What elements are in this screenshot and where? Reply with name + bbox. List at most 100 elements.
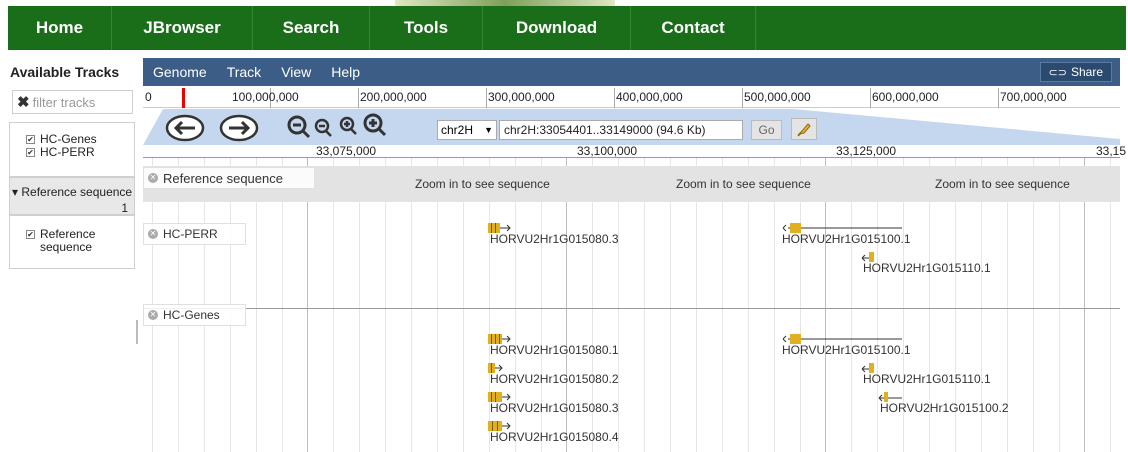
- zoom-in-large-icon[interactable]: [362, 112, 388, 140]
- zoom-out-large-icon[interactable]: [286, 114, 312, 142]
- scale-ruler: 33,075,000 33,100,000 33,125,000 33,15: [143, 144, 1126, 158]
- menu-track[interactable]: Track: [227, 64, 261, 80]
- close-track-icon[interactable]: ✕: [148, 173, 158, 183]
- overview-tick-line: [614, 88, 615, 108]
- grid-line: [282, 158, 283, 452]
- overview-tick: 500,000,000: [744, 90, 811, 104]
- overview-tick-line: [358, 88, 359, 108]
- grid-line: [385, 158, 386, 452]
- feature-label: HORVU2Hr1G015080.3: [490, 401, 619, 415]
- grid-line: [256, 158, 257, 452]
- grid-line: [825, 158, 826, 452]
- feature-label: HORVU2Hr1G015110.1: [863, 372, 991, 386]
- track-label-text: Reference sequence: [163, 170, 283, 186]
- top-navigation: Home JBrowser Search Tools Download Cont…: [8, 6, 1126, 50]
- nav-tools[interactable]: Tools: [370, 6, 483, 50]
- grid-line: [877, 158, 878, 452]
- sidebar-resize-handle[interactable]: [136, 320, 138, 344]
- chromosome-select[interactable]: chr2H ▼: [437, 120, 497, 140]
- grid-line: [774, 158, 775, 452]
- checkbox-hc-genes[interactable]: ✔: [26, 134, 35, 144]
- nav-jbrowser[interactable]: JBrowser: [112, 6, 253, 50]
- clear-filter-icon[interactable]: ✖: [17, 93, 30, 111]
- track-label-text: HC-Genes: [163, 308, 220, 322]
- grid-line: [307, 158, 308, 452]
- overview-tick-line: [870, 88, 871, 108]
- zoom-message: Zoom in to see sequence: [415, 177, 550, 191]
- grid-line: [1033, 158, 1034, 452]
- link-icon: ⊂⊃: [1048, 66, 1067, 79]
- grid-line: [696, 158, 697, 452]
- close-track-icon[interactable]: ✕: [148, 229, 158, 239]
- reference-track-label[interactable]: ✕ Reference sequence: [143, 167, 315, 189]
- grid-line: [644, 158, 645, 452]
- zoom-out-small-icon[interactable]: [313, 117, 335, 141]
- grid-line: [411, 158, 412, 452]
- highlight-button[interactable]: [791, 118, 817, 140]
- overview-tick: 100,000,000: [232, 90, 299, 104]
- chromosome-value: chr2H: [441, 123, 474, 137]
- scale-tick: 33,100,000: [577, 144, 638, 158]
- feature-label: HORVU2Hr1G015100.2: [880, 401, 1009, 415]
- current-location-marker[interactable]: [182, 88, 185, 108]
- filter-placeholder: filter tracks: [32, 94, 96, 110]
- nav-download[interactable]: Download: [483, 6, 631, 50]
- grid-line: [670, 158, 671, 452]
- genome-overview-ruler[interactable]: 0 100,000,000 200,000,000 300,000,000 40…: [143, 88, 1120, 108]
- nav-home[interactable]: Home: [8, 6, 112, 50]
- track-display-area[interactable]: Zoom in to see sequence Zoom in to see s…: [143, 158, 1120, 452]
- track-item-reference-sequence[interactable]: ✔ Reference sequence: [26, 228, 134, 254]
- highlighter-icon: [797, 123, 811, 137]
- grid-line: [1084, 158, 1085, 452]
- track-list-group: ✔ HC-Genes ✔ HC-PERR: [9, 122, 135, 177]
- zoom-message: Zoom in to see sequence: [676, 177, 811, 191]
- overview-tick: 600,000,000: [872, 90, 939, 104]
- zoom-message: Zoom in to see sequence: [935, 177, 1070, 191]
- track-item-hc-perr[interactable]: ✔ HC-PERR: [26, 145, 134, 159]
- go-button[interactable]: Go: [751, 120, 782, 140]
- nav-contact[interactable]: Contact: [631, 6, 756, 50]
- share-button[interactable]: ⊂⊃ Share: [1039, 62, 1112, 82]
- reference-track-group: ✔ Reference sequence: [9, 215, 135, 269]
- filter-tracks-input[interactable]: ✖ filter tracks: [12, 90, 133, 114]
- hc-perr-track-label[interactable]: ✕ HC-PERR: [143, 223, 246, 245]
- grid-line: [851, 158, 852, 452]
- menu-help[interactable]: Help: [331, 64, 360, 80]
- feature-label: HORVU2Hr1G015100.1: [782, 343, 911, 357]
- location-input[interactable]: chr2H:33054401..33149000 (94.6 Kb): [499, 120, 743, 140]
- overview-tick: 0: [145, 90, 152, 104]
- hc-genes-track-label[interactable]: ✕ HC-Genes: [143, 304, 246, 326]
- track-item-hc-genes[interactable]: ✔ HC-Genes: [26, 132, 134, 146]
- feature-label: HORVU2Hr1G015100.1: [782, 232, 911, 246]
- reference-sequence-category[interactable]: ▾ Reference sequence 1: [9, 177, 135, 215]
- overview-tick-line: [742, 88, 743, 108]
- pan-left-icon[interactable]: [165, 114, 205, 142]
- overview-tick: 400,000,000: [616, 90, 683, 104]
- checkbox-reference-sequence[interactable]: ✔: [26, 230, 35, 239]
- scale-tick: 33,125,000: [836, 144, 897, 158]
- feature-label: HORVU2Hr1G015110.1: [863, 261, 991, 275]
- overview-tick-line: [998, 88, 999, 108]
- menu-view[interactable]: View: [281, 64, 311, 80]
- zoom-in-small-icon[interactable]: [338, 115, 360, 139]
- sidebar-title: Available Tracks: [10, 64, 120, 80]
- navigation-toolbar: chr2H ▼ chr2H:33054401..33149000 (94.6 K…: [143, 109, 1120, 145]
- grid-line: [437, 158, 438, 452]
- menu-genome[interactable]: Genome: [153, 64, 207, 80]
- grid-line: [800, 158, 801, 452]
- grid-line: [359, 158, 360, 452]
- track-selector-sidebar: Available Tracks ✖ filter tracks ✔ HC-Ge…: [8, 58, 135, 452]
- scale-tick: 33,15: [1096, 144, 1127, 158]
- share-label: Share: [1070, 65, 1103, 79]
- nav-search[interactable]: Search: [253, 6, 370, 50]
- close-track-icon[interactable]: ✕: [148, 310, 158, 320]
- overview-tick-line: [486, 88, 487, 108]
- grid-line: [1059, 158, 1060, 452]
- grid-line: [333, 158, 334, 452]
- track-divider: [143, 308, 1120, 309]
- overview-tick: 700,000,000: [1000, 90, 1067, 104]
- track-item-label: HC-PERR: [40, 145, 95, 159]
- checkbox-hc-perr[interactable]: ✔: [26, 147, 35, 157]
- overview-tick: 300,000,000: [488, 90, 555, 104]
- pan-right-icon[interactable]: [219, 114, 259, 142]
